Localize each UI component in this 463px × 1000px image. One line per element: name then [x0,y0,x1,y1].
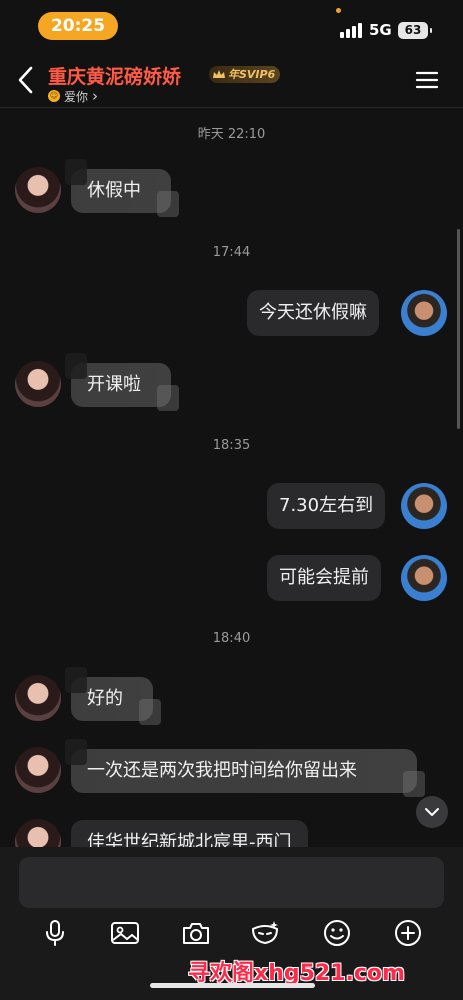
signal-icon [340,22,362,38]
vip-label: 年SVIP6 [228,68,276,81]
message-bubble[interactable]: 今天还休假嘛 [247,290,379,336]
battery-icon: 63 [398,22,432,39]
avatar[interactable] [15,361,61,407]
composer-toolbar [0,917,463,953]
plus-circle-icon [395,920,421,946]
contact-name[interactable]: 重庆黄泥磅娇娇 [48,62,181,89]
message-input[interactable] [19,857,444,908]
microphone-icon [46,920,64,946]
camera-icon [183,923,209,944]
message-bubble[interactable]: 7.30左右到 [267,483,386,529]
avatar[interactable] [15,747,61,793]
emoji-button[interactable] [321,917,353,949]
chevron-left-icon [18,66,33,94]
message-bubble[interactable]: 休假中 [65,159,179,217]
smiley-icon [324,920,350,946]
camera-button[interactable] [180,917,212,949]
recording-dot [336,8,341,13]
message-bubble[interactable]: 可能会提前 [267,555,381,601]
status-bar: 20:25 5G 63 [0,0,463,56]
avatar[interactable] [15,167,61,213]
contact-status-text: 爱你 [64,89,89,104]
avatar[interactable] [15,675,61,721]
photo-button[interactable] [109,917,141,949]
avatar[interactable] [401,290,447,336]
status-time: 20:25 [38,12,118,40]
battery-level: 63 [404,23,422,37]
mask-sparkle-icon [251,921,279,945]
contact-status[interactable]: ☺ 爱你 › [48,87,98,105]
timestamp: 18:40 [212,631,251,646]
chevron-down-icon [425,808,439,816]
avatar[interactable] [401,483,447,529]
vip-badge[interactable]: 年SVIP6 [209,66,281,83]
timestamp: 昨天 22:10 [197,127,266,142]
composer: 寻欢阁xhg521.com [0,847,463,1000]
magic-expression-button[interactable] [249,917,281,949]
network-type: 5G [369,21,392,39]
timestamp: 17:44 [212,245,251,260]
timestamp: 18:35 [212,438,251,453]
message-list[interactable]: 昨天 22:10 休假中 17:44 今天还休假嘛 开课啦 18:35 7.30… [0,109,463,847]
crown-icon [213,70,225,78]
menu-button[interactable] [415,70,439,90]
voice-button[interactable] [39,917,71,949]
message-bubble[interactable]: 一次还是两次我把时间给你留出来 [65,739,425,797]
message-bubble[interactable]: 好的 [65,667,161,725]
image-icon [111,922,139,944]
more-button[interactable] [392,917,424,949]
home-indicator[interactable] [150,983,315,988]
scroll-to-bottom-button[interactable] [416,796,448,828]
back-button[interactable] [14,64,38,96]
message-bubble[interactable]: 佳华世纪新城北宸里-西门 [71,820,308,847]
message-bubble[interactable]: 开课啦 [65,353,179,411]
hamburger-icon [415,71,439,89]
chevron-right-icon: › [92,87,99,105]
avatar[interactable] [401,555,447,601]
chat-header: 重庆黄泥磅娇娇 年SVIP6 ☺ 爱你 › [0,56,463,108]
smiley-status-icon: ☺ [48,90,60,102]
avatar[interactable] [15,819,61,847]
